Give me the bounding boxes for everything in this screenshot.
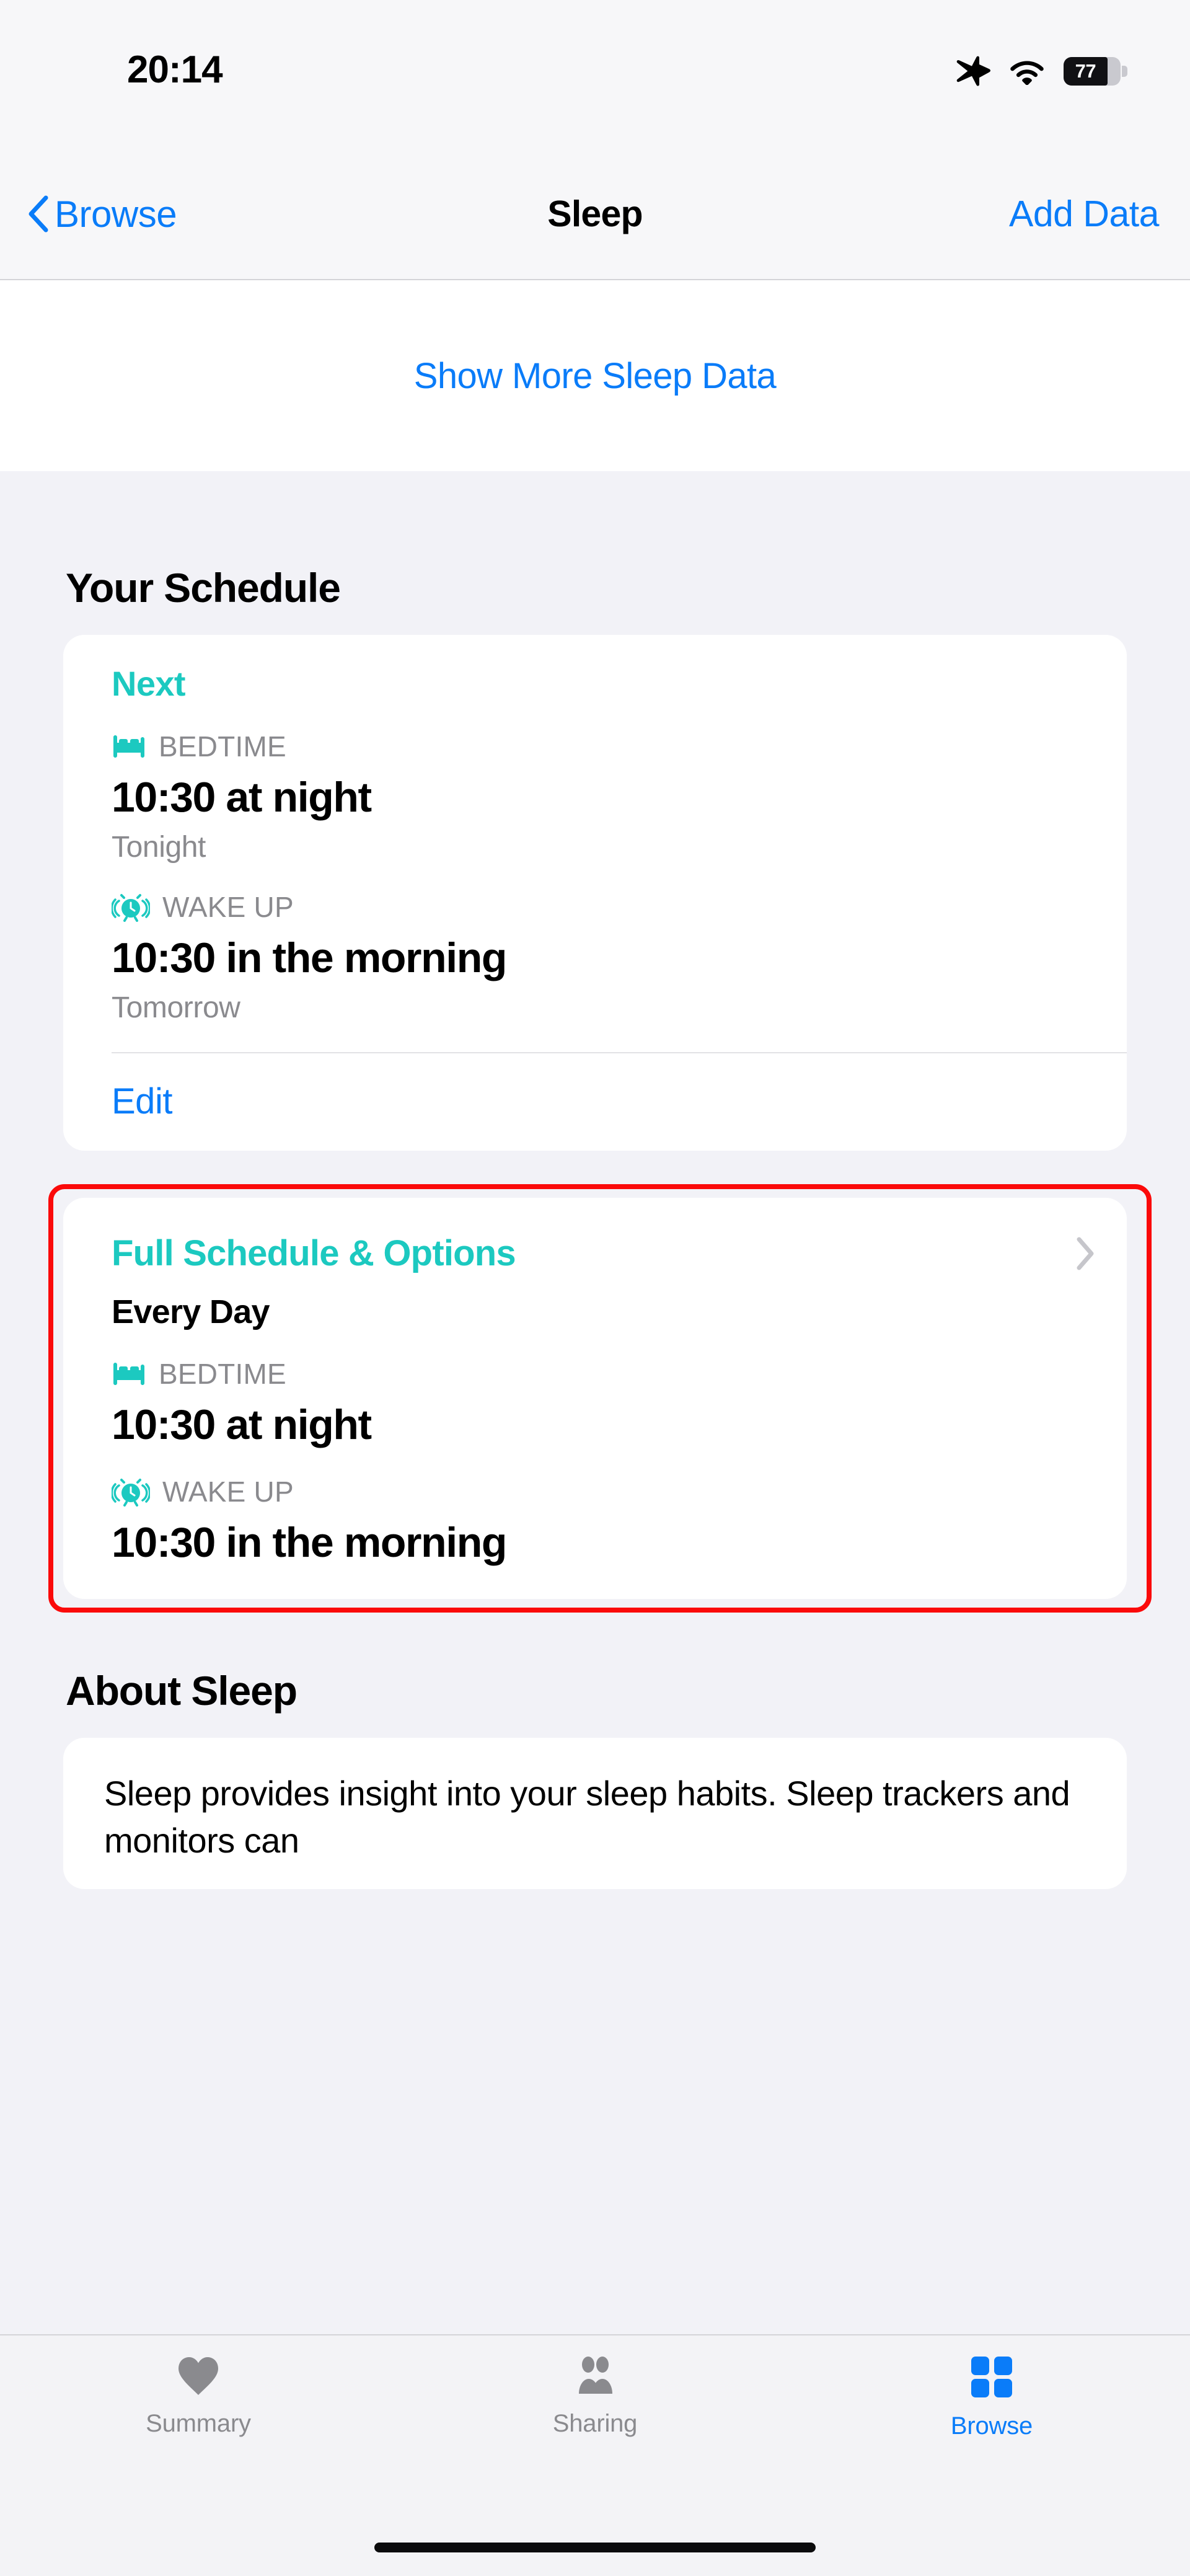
battery-icon: 77 <box>1064 57 1127 86</box>
scroll-content: Your Schedule Next BEDTIME 10:30 at nigh… <box>0 471 1190 2334</box>
tab-sharing[interactable]: Sharing <box>397 2355 793 2438</box>
heart-icon <box>178 2357 218 2395</box>
tab-bar: Summary Sharing Browse <box>0 2334 1190 2519</box>
next-bedtime-label: BEDTIME <box>159 730 286 763</box>
status-bar-indicators: 77 <box>956 55 1127 88</box>
next-wakeup-row: WAKE UP <box>63 890 1127 924</box>
your-schedule-heading: Your Schedule <box>66 565 341 611</box>
grid-icon <box>971 2357 1012 2397</box>
full-bedtime-row: BEDTIME <box>63 1357 1127 1391</box>
wifi-icon <box>1009 58 1045 85</box>
next-bedtime-value: 10:30 at night <box>112 774 372 821</box>
full-schedule-highlight-wrapper: Full Schedule & Options Every Day BEDTIM… <box>0 1184 1190 1613</box>
bed-icon <box>113 735 144 758</box>
alarm-clock-icon <box>112 894 150 922</box>
full-schedule-header[interactable]: Full Schedule & Options <box>63 1233 1127 1274</box>
tab-sharing-label: Sharing <box>552 2410 638 2437</box>
full-schedule-repeat: Every Day <box>112 1293 270 1330</box>
full-bedtime-value: 10:30 at night <box>112 1401 372 1448</box>
full-wakeup-label: WAKE UP <box>162 1476 294 1508</box>
next-wakeup-value: 10:30 in the morning <box>112 934 507 981</box>
tab-summary[interactable]: Summary <box>0 2355 397 2438</box>
next-bedtime-row: BEDTIME <box>63 730 1127 763</box>
show-more-sleep-data-link[interactable]: Show More Sleep Data <box>414 355 777 397</box>
full-wakeup-row: WAKE UP <box>63 1475 1127 1508</box>
tab-summary-label: Summary <box>146 2410 251 2437</box>
battery-nub <box>1122 66 1127 77</box>
full-wakeup-value: 10:30 in the morning <box>112 1519 507 1566</box>
next-wakeup-day: Tomorrow <box>112 991 240 1024</box>
alarm-clock-icon <box>112 1479 150 1507</box>
about-sleep-body: Sleep provides insight into your sleep h… <box>104 1774 1070 1861</box>
edit-schedule-button[interactable]: Edit <box>63 1053 1127 1151</box>
battery-percent-label: 77 <box>1075 60 1096 82</box>
bed-icon <box>113 1363 144 1385</box>
add-data-button[interactable]: Add Data <box>1009 193 1160 235</box>
status-bar: 20:14 77 <box>0 0 1190 149</box>
home-indicator[interactable] <box>374 2543 816 2552</box>
phone-screen: 20:14 77 Browse Sleep Add Data Show More… <box>0 0 1190 2576</box>
home-indicator-area <box>0 2519 1190 2576</box>
next-badge: Next <box>112 664 186 703</box>
show-more-sleep-data-row[interactable]: Show More Sleep Data <box>0 280 1190 471</box>
navigation-bar: Browse Sleep Add Data <box>0 149 1190 280</box>
next-bedtime-day: Tonight <box>112 831 206 864</box>
tab-browse-label: Browse <box>950 2412 1033 2440</box>
full-schedule-and-options-card[interactable]: Full Schedule & Options Every Day BEDTIM… <box>63 1198 1127 1599</box>
next-wakeup-label: WAKE UP <box>162 891 294 923</box>
next-schedule-card: Next BEDTIME 10:30 at night Tonight WAKE… <box>63 635 1127 1151</box>
chevron-right-icon <box>1077 1237 1094 1270</box>
about-sleep-heading: About Sleep <box>66 1668 298 1714</box>
people-icon <box>579 2357 612 2394</box>
tab-browse[interactable]: Browse <box>793 2355 1190 2440</box>
airplane-mode-icon <box>956 56 990 87</box>
full-bedtime-label: BEDTIME <box>159 1358 286 1390</box>
full-schedule-title: Full Schedule & Options <box>112 1233 516 1273</box>
about-sleep-card: Sleep provides insight into your sleep h… <box>63 1738 1127 1890</box>
